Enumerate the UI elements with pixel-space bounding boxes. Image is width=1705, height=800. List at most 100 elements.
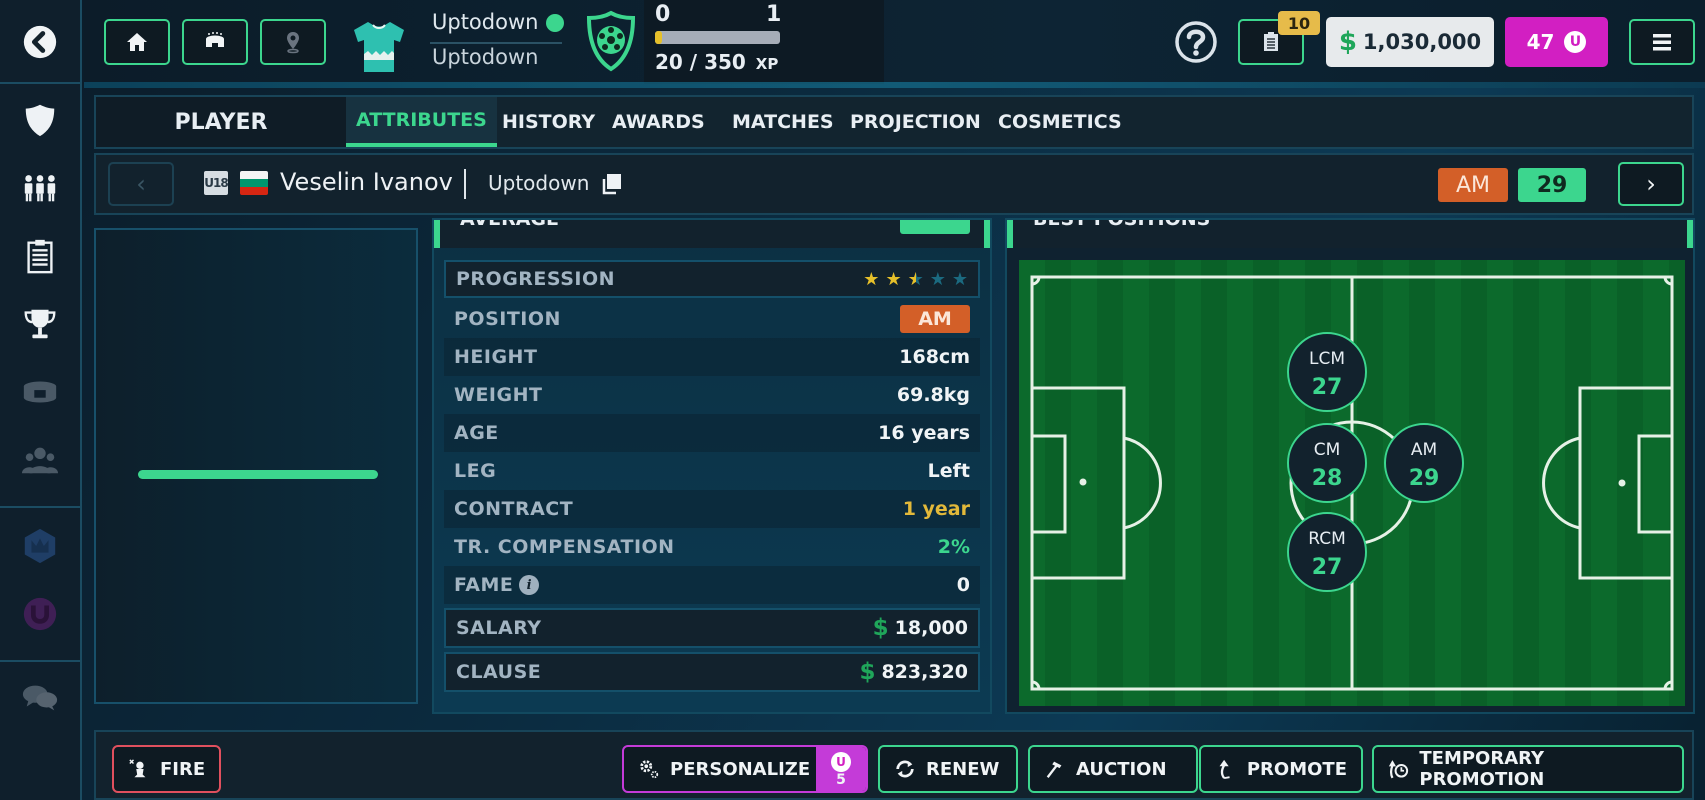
gavel-icon (1046, 761, 1062, 778)
renew-label: RENEW (926, 758, 1000, 780)
u-coin-icon: U (831, 751, 851, 772)
level-from: 0 (655, 2, 671, 27)
attr-value: Left (927, 460, 970, 482)
attr-row-clause: CLAUSE $ 823,320 (444, 652, 980, 692)
position-marker-am[interactable]: AM 29 (1384, 423, 1464, 503)
temporary-promotion-button[interactable]: TEMPORARY PROMOTION (1372, 745, 1684, 793)
promote-button[interactable]: PROMOTE (1199, 745, 1363, 793)
previous-player-button[interactable]: ‹ (108, 162, 174, 206)
star-icon: ★ (885, 268, 902, 290)
team-jersey-icon (354, 22, 404, 72)
sidebar-item-tactics[interactable] (16, 232, 64, 280)
sidebar-item-stadium[interactable] (16, 368, 64, 416)
position-marker-rcm[interactable]: RCM 27 (1287, 512, 1367, 592)
personalize-cost-value: 5 (836, 771, 846, 788)
ucoins-balance-button[interactable]: 47 U (1505, 17, 1608, 67)
fire-button[interactable]: FIRE (112, 745, 222, 793)
position-marker-lcm[interactable]: LCM 27 (1287, 332, 1367, 412)
star-icon: ★ (907, 268, 924, 290)
players-icon (24, 175, 56, 202)
stadium-icon (23, 381, 57, 403)
name-divider (464, 169, 466, 199)
sidebar-item-league[interactable] (16, 522, 64, 570)
flag-bulgaria-icon (240, 171, 268, 195)
attr-row-height: HEIGHT 168cm (444, 338, 980, 376)
sidebar-item-ucoins[interactable] (16, 590, 64, 638)
sidebar (0, 0, 82, 800)
attr-label: HEIGHT (454, 346, 538, 368)
attr-label: POSITION (454, 308, 561, 330)
next-player-button[interactable]: › (1618, 162, 1684, 206)
chevron-right-icon: › (1646, 170, 1656, 198)
sidebar-divider (0, 660, 80, 662)
attr-label: SALARY (456, 617, 542, 639)
u-coin-icon (23, 597, 57, 631)
tab-cosmetics[interactable]: COSMETICS (988, 97, 1132, 147)
pitch: LCM 27 CM 28 RCM 27 AM 29 (1019, 260, 1685, 706)
position-code: LCM (1309, 349, 1345, 369)
dollar-icon: $ (1338, 27, 1357, 57)
sidebar-divider (0, 82, 80, 84)
player-card-panel (94, 228, 418, 704)
attr-label: CONTRACT (454, 498, 574, 520)
attr-value-group: $ 18,000 (873, 615, 968, 641)
sidebar-item-community[interactable] (16, 436, 64, 484)
sidebar-item-club[interactable] (16, 96, 64, 144)
tab-matches[interactable]: MATCHES (722, 97, 844, 147)
sidebar-item-competitions[interactable] (16, 300, 64, 348)
club-name-divider (430, 42, 562, 44)
attr-row-fame: FAME i 0 (444, 566, 980, 604)
position-rating: 27 (1312, 555, 1343, 580)
attr-label: TR. COMPENSATION (454, 536, 675, 558)
top-bar: Uptodown Uptodown 0 1 20 / 350 XP 10 $ 1… (84, 0, 1705, 88)
tab-attributes[interactable]: ATTRIBUTES (346, 97, 497, 147)
tab-awards[interactable]: AWARDS (602, 97, 715, 147)
money-balance-button[interactable]: $ 1,030,000 (1326, 17, 1494, 67)
home-button[interactable] (104, 19, 170, 65)
level-to: 1 (766, 2, 782, 27)
xp-unit: XP (755, 55, 779, 73)
clipboard-icon (27, 239, 53, 274)
sidebar-item-chat[interactable] (16, 674, 64, 722)
chevron-left-icon: ‹ (136, 170, 146, 198)
attr-value: 69.8kg (896, 384, 970, 406)
personalize-button[interactable]: PERSONALIZE U 5 (622, 745, 868, 793)
club-name-secondary: Uptodown (432, 45, 539, 69)
renew-button[interactable]: RENEW (878, 745, 1018, 793)
copy-icon[interactable] (598, 171, 624, 197)
tab-projection[interactable]: PROJECTION (840, 97, 991, 147)
position-code: CM (1314, 440, 1341, 460)
star-icon: ★ (951, 268, 968, 290)
auction-button[interactable]: AUCTION (1028, 745, 1198, 793)
ucoins-amount: 47 (1526, 30, 1555, 54)
tab-history[interactable]: HISTORY (492, 97, 605, 147)
best-positions-panel: BEST POSITIONS LCM27CM28RCM27AM2 (1005, 218, 1695, 714)
stadium-button[interactable] (182, 19, 248, 65)
attr-value: 2% (937, 536, 970, 558)
online-status-dot (546, 14, 564, 32)
xp-text: 20 / 350 (655, 50, 746, 74)
position-marker-cm[interactable]: CM 28 (1287, 423, 1367, 503)
attr-value: 1 year (902, 498, 970, 520)
dollar-icon: $ (859, 659, 876, 685)
attr-row-leg: LEG Left (444, 452, 980, 490)
section-title: PLAYER (96, 97, 346, 147)
attr-label: AGE (454, 422, 499, 444)
help-icon[interactable] (1174, 20, 1218, 64)
info-icon[interactable]: i (519, 575, 540, 595)
location-pin-icon (287, 32, 299, 54)
back-button[interactable] (16, 18, 64, 66)
shield-icon (25, 104, 55, 137)
promote-label: PROMOTE (1246, 758, 1347, 780)
location-button[interactable] (260, 19, 326, 65)
position-rating: 28 (1312, 466, 1343, 491)
stadium-icon (206, 32, 224, 49)
attr-label: PROGRESSION (456, 268, 616, 290)
menu-button[interactable] (1629, 19, 1695, 65)
player-club: Uptodown (488, 171, 590, 195)
sidebar-item-squad[interactable] (16, 164, 64, 212)
attr-value: 0 (956, 574, 970, 596)
player-rating-badge: 29 (1518, 168, 1586, 202)
best-positions-title: BEST POSITIONS (1033, 220, 1210, 230)
star-icon: ★ (929, 268, 946, 290)
